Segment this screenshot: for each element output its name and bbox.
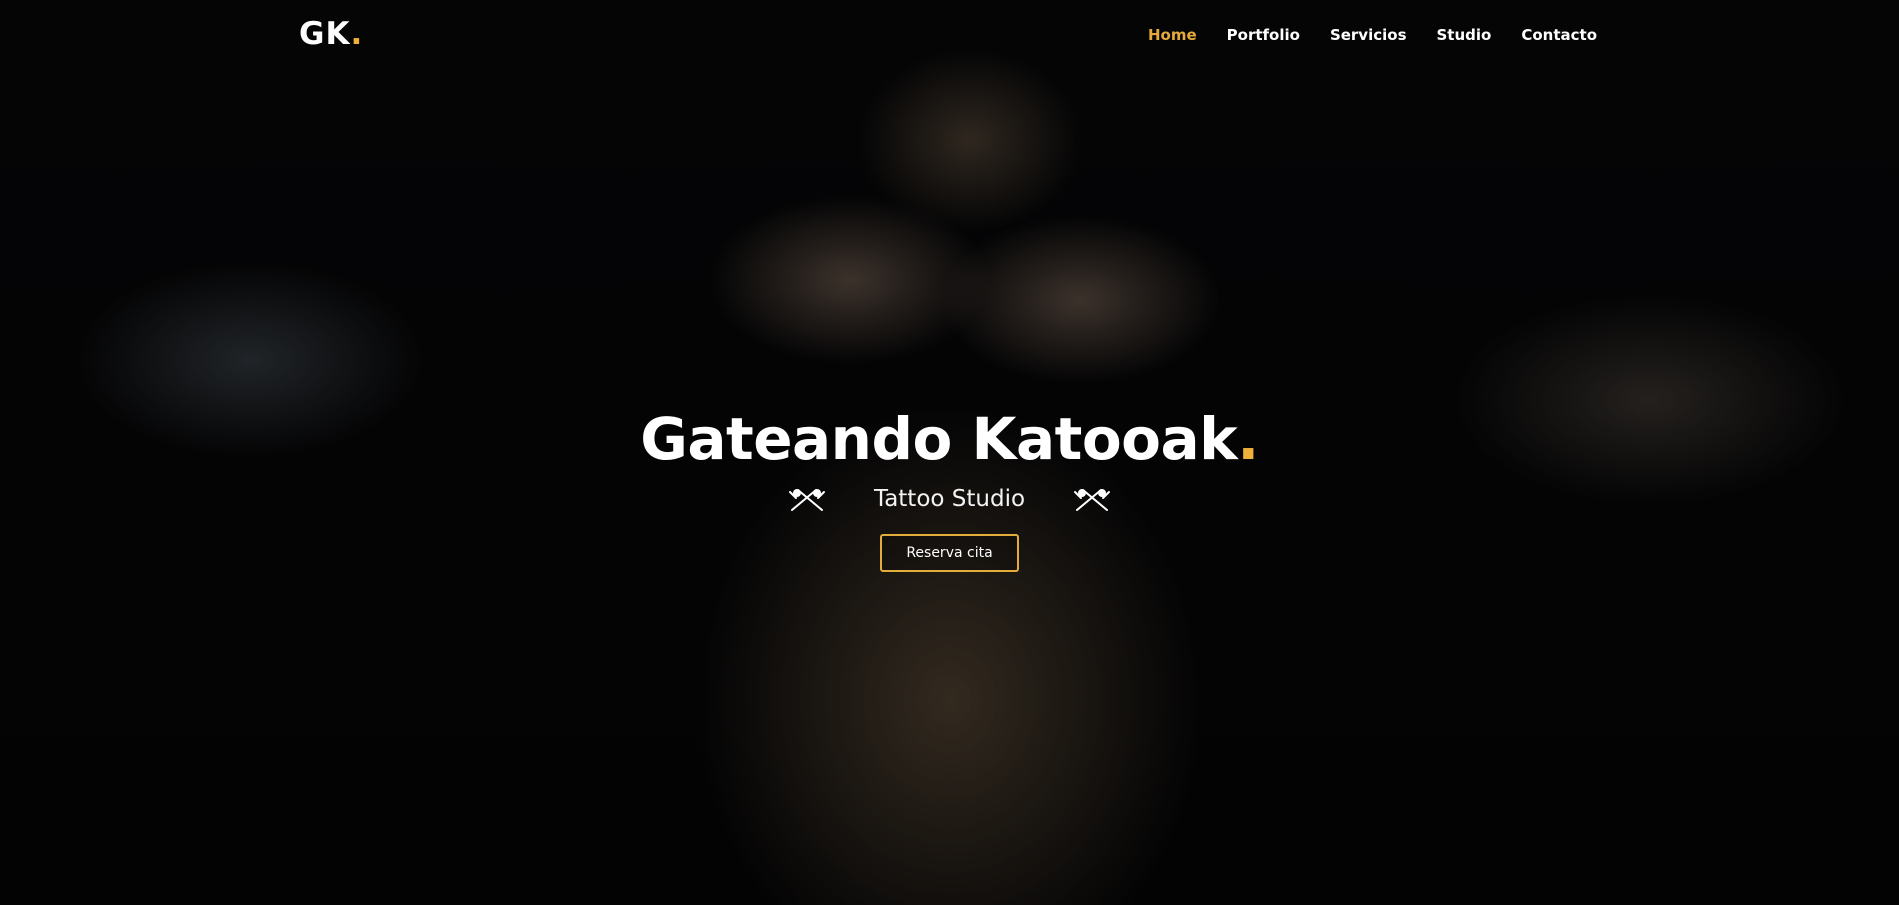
site-header: GK. Home Portfolio Servicios Studio Cont… <box>0 0 1899 72</box>
hero-subtitle-row: Tattoo Studio <box>0 478 1899 520</box>
nav-item-servicios[interactable]: Servicios <box>1330 26 1407 44</box>
logo-dot: . <box>350 16 364 52</box>
hero-title-dot: . <box>1237 405 1259 473</box>
nav-item-home[interactable]: Home <box>1148 26 1197 44</box>
nav-item-portfolio[interactable]: Portfolio <box>1227 26 1300 44</box>
nav-item-studio[interactable]: Studio <box>1437 26 1492 44</box>
tattoo-machines-icon <box>1074 489 1111 511</box>
main-nav: Home Portfolio Servicios Studio Contacto <box>1148 26 1597 44</box>
reserva-cita-button[interactable]: Reserva cita <box>880 534 1019 572</box>
logo-text: GK <box>299 16 351 52</box>
logo[interactable]: GK. <box>299 16 363 52</box>
page: GK. Home Portfolio Servicios Studio Cont… <box>0 0 1899 905</box>
hero-title: Gateando Katooak. <box>0 400 1899 478</box>
tattoo-machines-icon <box>788 489 825 511</box>
hero-subtitle: Tattoo Studio <box>873 486 1026 512</box>
nav-item-contacto[interactable]: Contacto <box>1521 26 1597 44</box>
hero-title-text: Gateando Katooak <box>640 405 1238 473</box>
hero-section: Gateando Katooak. Tattoo Studio Reserva … <box>0 400 1899 572</box>
